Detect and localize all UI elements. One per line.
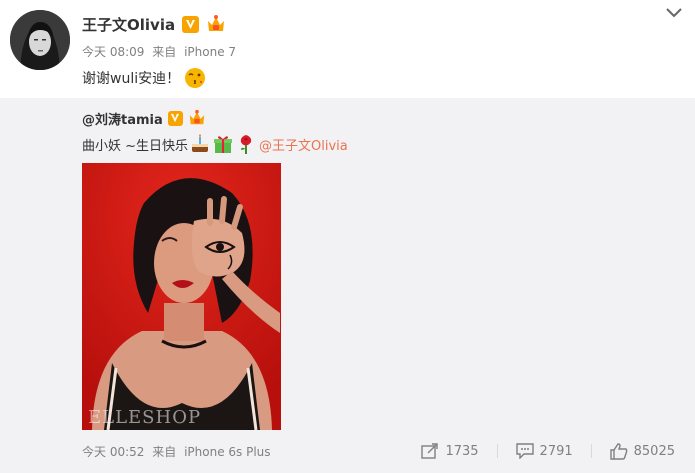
comment-count-button[interactable]: 2791 (515, 443, 573, 459)
verified-v-icon[interactable] (182, 15, 200, 33)
mention-link[interactable]: @王子文Olivia (259, 135, 348, 154)
share-icon (421, 443, 439, 459)
source-prefix: 来自 (152, 444, 177, 459)
divider (496, 444, 498, 458)
repost-stats: 1735 2791 85025 (403, 442, 675, 460)
post-text: 谢谢wuli安迪！ (82, 65, 206, 91)
post-meta: 今天 08:09 来自 iPhone 7 (82, 43, 236, 60)
portrait-photo (82, 163, 281, 430)
repost-author[interactable]: @刘涛tamia (82, 109, 163, 128)
vip-crown-icon[interactable] (187, 109, 207, 127)
repost-card: @刘涛tamia 曲小妖 ~生日快乐 @王子文Olivia ELLESHOP 今… (0, 98, 695, 473)
avatar-photo (10, 10, 70, 70)
repost-time[interactable]: 今天 00:52 (82, 445, 144, 459)
post-header: 王子文Olivia (82, 12, 227, 36)
kiss-face-icon (185, 68, 206, 88)
post-text-content: 谢谢wuli安迪！ (82, 71, 181, 87)
repost-header: @刘涛tamia (82, 108, 207, 128)
repost-count: 1735 (445, 443, 479, 459)
avatar[interactable] (10, 10, 70, 70)
repost-text: 曲小妖 ~生日快乐 @王子文Olivia (82, 132, 348, 156)
author-name[interactable]: 王子文Olivia (82, 14, 175, 35)
vip-crown-icon[interactable] (205, 14, 227, 34)
gift-icon (214, 136, 233, 153)
post-time[interactable]: 今天 08:09 (82, 45, 144, 59)
repost-text-content: 曲小妖 ~生日快乐 (82, 138, 189, 154)
repost-meta: 今天 00:52 来自 iPhone 6s Plus (82, 443, 271, 460)
repost-count-button[interactable]: 1735 (421, 443, 479, 459)
image-watermark: ELLESHOP (88, 407, 202, 428)
thumbs-up-icon (609, 442, 628, 460)
repost-source[interactable]: iPhone 6s Plus (184, 445, 270, 459)
repost-footer: 今天 00:52 来自 iPhone 6s Plus 1735 2791 850… (82, 441, 687, 461)
verified-v-icon[interactable] (167, 110, 183, 126)
comment-icon (515, 443, 534, 459)
like-count-button[interactable]: 85025 (609, 442, 675, 460)
chevron-down-icon[interactable] (665, 6, 683, 20)
divider (590, 444, 592, 458)
like-count: 85025 (633, 443, 675, 459)
rose-icon (240, 135, 252, 154)
post-source[interactable]: iPhone 7 (184, 45, 236, 59)
cake-icon (192, 134, 209, 152)
comment-count: 2791 (539, 443, 573, 459)
repost-image[interactable]: ELLESHOP (82, 163, 281, 430)
source-prefix: 来自 (152, 45, 177, 59)
